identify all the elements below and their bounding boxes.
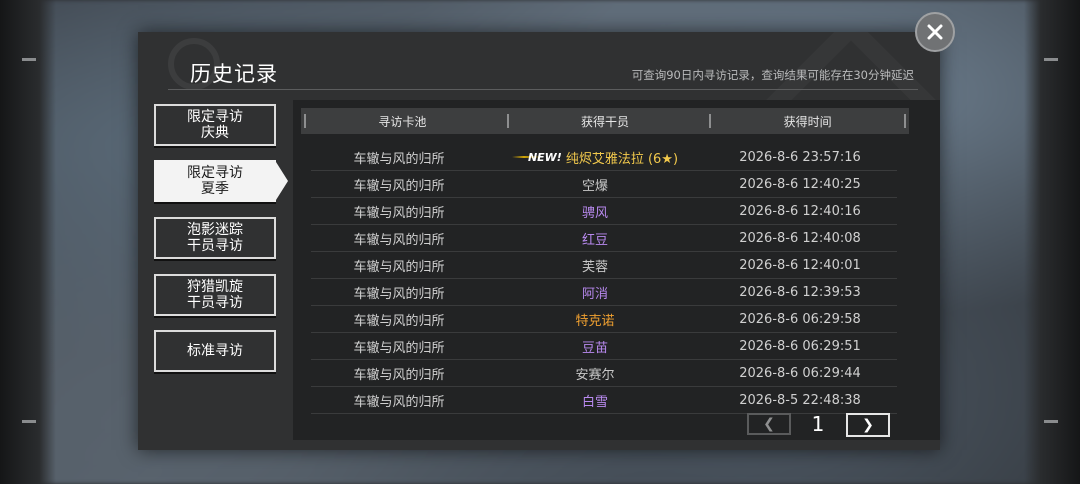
edge-tick — [22, 58, 36, 61]
table-row: 车辙与风的归所 豆苗 2026-8-6 06:29:51 — [311, 333, 897, 360]
cell-operator: NEW! 纯烬艾雅法拉 (6★) — [487, 148, 703, 167]
cell-time: 2026-8-5 22:48:38 — [739, 392, 861, 408]
operator-name: 芙蓉 — [581, 259, 608, 275]
cell-time: 2026-8-6 06:29:44 — [739, 365, 861, 381]
cell-pool: 车辙与风的归所 — [353, 151, 445, 167]
tab-label: 干员寻访 — [187, 295, 243, 311]
chevron-left-icon: ❮ — [763, 416, 775, 432]
tab-label: 限定寻访 — [187, 165, 243, 181]
operator-name: 红豆 — [581, 232, 608, 248]
cell-pool: 车辙与风的归所 — [353, 286, 445, 302]
right-edge-bar — [1024, 0, 1080, 484]
cell-operator: 空爆 — [487, 175, 703, 194]
table-row: 车辙与风的归所 红豆 2026-8-6 12:40:08 — [311, 225, 897, 252]
cell-pool: 车辙与风的归所 — [353, 178, 445, 194]
cell-operator: 豆苗 — [487, 337, 703, 356]
history-list: 寻访卡池 获得干员 获得时间 车辙与风的归所 NEW! 纯烬艾雅法拉 (6★) 202… — [293, 100, 940, 440]
cell-time: 2026-8-6 06:29:51 — [739, 338, 861, 354]
cell-operator: 安赛尔 — [487, 364, 703, 383]
table-row: 车辙与风的归所 骋风 2026-8-6 12:40:16 — [311, 198, 897, 225]
edge-tick — [1044, 420, 1058, 423]
header-pool: 寻访卡池 — [301, 108, 504, 134]
tab-bubble-operator[interactable]: 泡影迷踪 干员寻访 — [154, 217, 276, 259]
cell-operator: 特克诺 — [487, 310, 703, 329]
table-body: 车辙与风的归所 NEW! 纯烬艾雅法拉 (6★) 2026-8-6 23:57:16 车… — [311, 144, 897, 414]
cell-time: 2026-8-6 12:40:25 — [739, 176, 861, 192]
table-row: 车辙与风的归所 特克诺 2026-8-6 06:29:58 — [311, 306, 897, 333]
cell-pool: 车辙与风的归所 — [353, 259, 445, 275]
table-row: 车辙与风的归所 安赛尔 2026-8-6 06:29:44 — [311, 360, 897, 387]
table-header: 寻访卡池 获得干员 获得时间 — [301, 108, 909, 134]
edge-tick — [22, 420, 36, 423]
tab-limited-celebration[interactable]: 限定寻访 庆典 — [154, 104, 276, 146]
tab-label: 干员寻访 — [187, 238, 243, 254]
tab-label: 限定寻访 — [187, 109, 243, 125]
tab-label: 夏季 — [201, 181, 229, 197]
operator-name: 豆苗 — [581, 340, 608, 356]
table-row: 车辙与风的归所 芙蓉 2026-8-6 12:40:01 — [311, 252, 897, 279]
cell-pool: 车辙与风的归所 — [353, 205, 445, 221]
table-row: 车辙与风的归所 NEW! 纯烬艾雅法拉 (6★) 2026-8-6 23:57:16 — [311, 144, 897, 171]
tab-standard[interactable]: 标准寻访 — [154, 330, 276, 372]
left-edge-bar — [0, 0, 56, 484]
cell-time: 2026-8-6 06:29:58 — [739, 311, 861, 327]
operator-name: 安赛尔 — [575, 367, 615, 383]
tab-limited-summer[interactable]: 限定寻访 夏季 — [154, 160, 288, 202]
close-button[interactable] — [915, 12, 955, 52]
operator-name: 纯烬艾雅法拉 (6★) — [565, 151, 679, 167]
next-page-button[interactable]: ❯ — [846, 413, 890, 437]
edge-tick — [1044, 58, 1058, 61]
operator-name: 空爆 — [581, 178, 608, 194]
cell-time: 2026-8-6 12:40:08 — [739, 230, 861, 246]
cell-operator: 白雪 — [487, 391, 703, 410]
cell-time: 2026-8-6 23:57:16 — [739, 149, 861, 165]
header-time: 获得时间 — [706, 108, 909, 134]
page-subtitle: 可查询90日内寻访记录，查询结果可能存在30分钟延迟 — [631, 68, 914, 82]
operator-name: 骋风 — [581, 205, 608, 221]
history-panel: 历史记录 可查询90日内寻访记录，查询结果可能存在30分钟延迟 限定寻访 庆典 … — [138, 32, 940, 450]
cell-time: 2026-8-6 12:40:16 — [739, 203, 861, 219]
header-operator: 获得干员 — [504, 108, 707, 134]
chevron-right-icon: ❯ — [862, 417, 874, 433]
new-badge: NEW! — [511, 150, 562, 164]
cell-time: 2026-8-6 12:40:01 — [739, 257, 861, 273]
operator-name: 阿消 — [581, 286, 608, 302]
prev-page-button[interactable]: ❮ — [747, 413, 791, 435]
tab-label: 狩猎凯旋 — [187, 279, 243, 295]
tab-label: 庆典 — [201, 125, 229, 141]
cell-pool: 车辙与风的归所 — [353, 340, 445, 356]
cell-operator: 阿消 — [487, 283, 703, 302]
table-row: 车辙与风的归所 阿消 2026-8-6 12:39:53 — [311, 279, 897, 306]
cell-operator: 红豆 — [487, 229, 703, 248]
page-number: 1 — [811, 412, 825, 436]
tab-label: 标准寻访 — [187, 343, 243, 359]
cell-operator: 芙蓉 — [487, 256, 703, 275]
table-row: 车辙与风的归所 空爆 2026-8-6 12:40:25 — [311, 171, 897, 198]
cell-pool: 车辙与风的归所 — [353, 232, 445, 248]
cell-operator: 骋风 — [487, 202, 703, 221]
cell-pool: 车辙与风的归所 — [353, 367, 445, 383]
title-divider — [168, 89, 918, 90]
tab-label: 泡影迷踪 — [187, 222, 243, 238]
cell-pool: 车辙与风的归所 — [353, 394, 445, 410]
operator-name: 特克诺 — [575, 313, 615, 329]
page-title: 历史记录 — [190, 62, 278, 86]
cell-pool: 车辙与风的归所 — [353, 313, 445, 329]
cell-time: 2026-8-6 12:39:53 — [739, 284, 861, 300]
operator-name: 白雪 — [581, 394, 608, 410]
tab-hunt-operator[interactable]: 狩猎凯旋 干员寻访 — [154, 274, 276, 316]
close-icon — [927, 24, 943, 40]
